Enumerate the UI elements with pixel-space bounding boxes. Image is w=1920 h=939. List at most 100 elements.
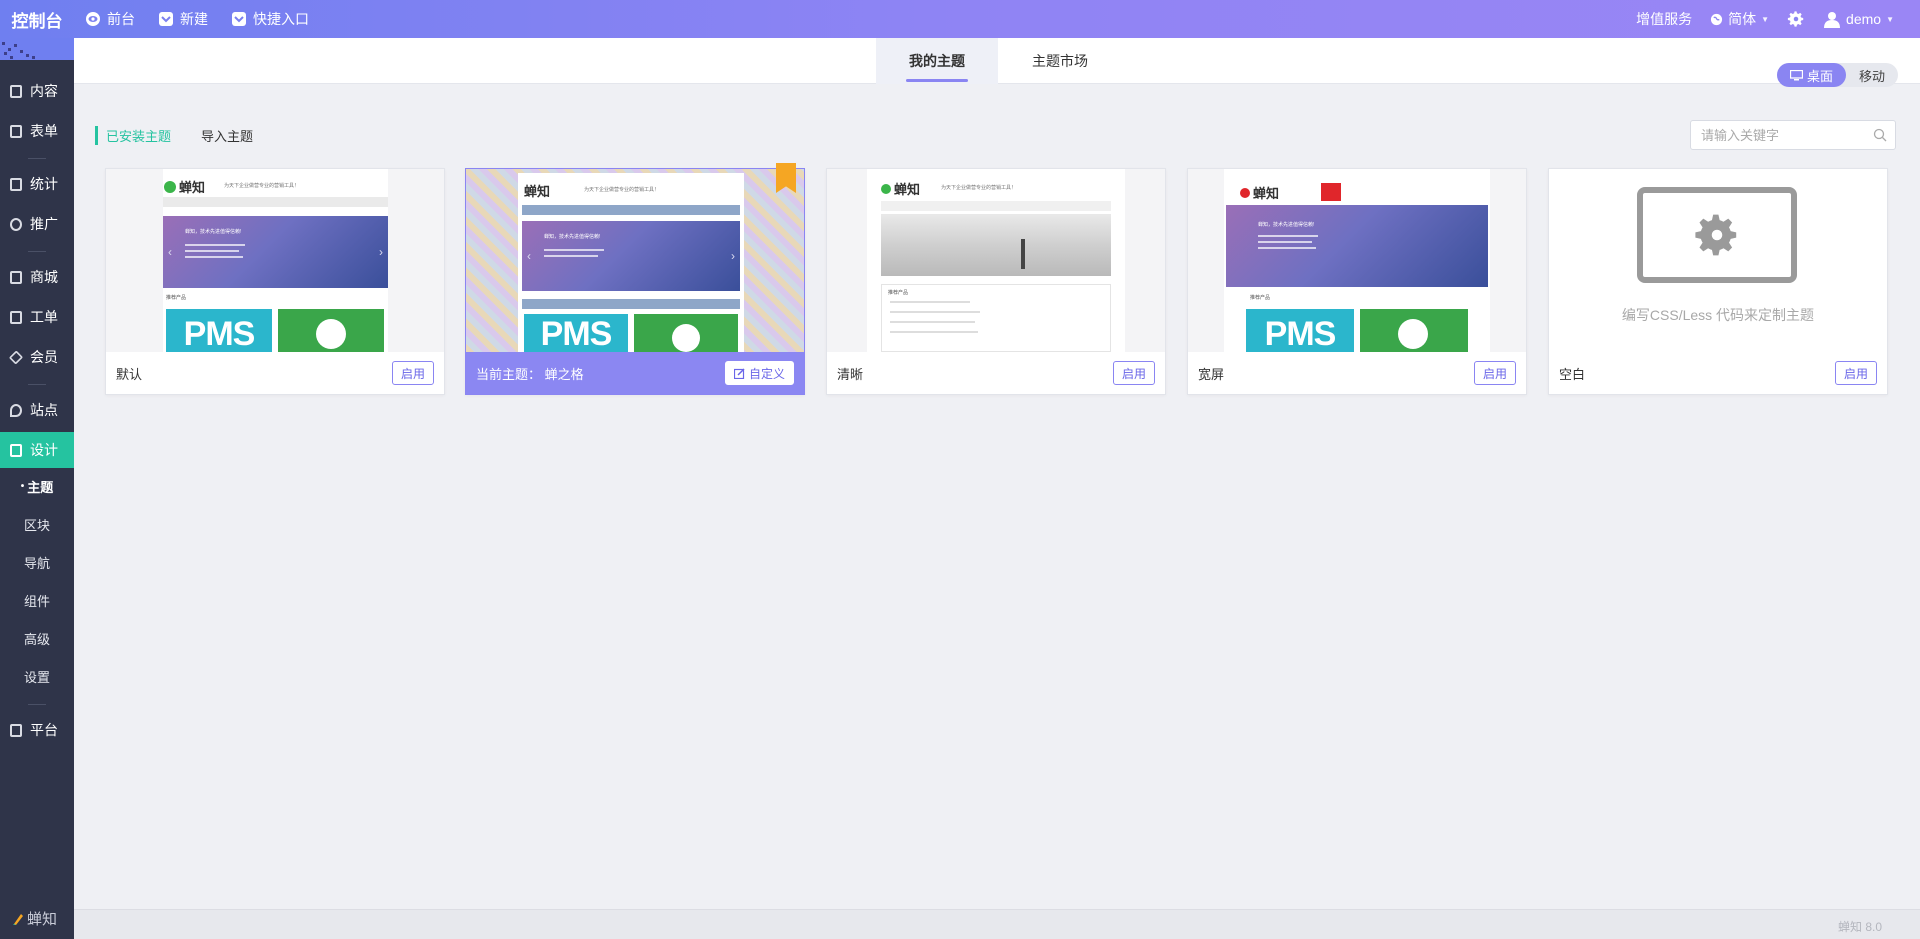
preview-logo-text: 蝉知: [894, 182, 921, 197]
caret-down-icon: ▼: [1886, 14, 1894, 24]
sidebar-item-label: 内容: [30, 83, 58, 99]
theme-card-widescreen[interactable]: 蝉知 蝉知，技术先进值得信赖! 推荐产品 PMS 宽屏 启用: [1187, 168, 1527, 395]
banner-line: [1258, 241, 1312, 243]
preview-tagline: 为天下企业做营专业的营销工具！: [224, 183, 300, 189]
search-box: [1690, 120, 1896, 150]
banner-line: [185, 256, 243, 258]
blank-preview-frame: [1637, 187, 1797, 283]
device-desktop-button[interactable]: 桌面: [1776, 63, 1846, 87]
sidebar-divider: [28, 704, 46, 705]
sidebar-item-form[interactable]: 表单: [0, 113, 74, 149]
theme-card-footer: 宽屏 启用: [1188, 352, 1526, 394]
sidebar-item-label: 商城: [30, 269, 58, 285]
preview-pms-tile: PMS: [1246, 309, 1354, 352]
gear-icon: [1695, 214, 1737, 256]
preview-pms-tile: PMS: [166, 309, 272, 352]
sidebar-item-site[interactable]: 站点: [0, 392, 74, 428]
theme-subtabs: 已安装主题 导入主题: [95, 126, 253, 145]
lang-label: 简体: [1728, 11, 1757, 27]
top-right-menu: 增值服务 简体 ▼ demo ▼: [1636, 0, 1894, 38]
theme-card-blank[interactable]: 编写CSS/Less 代码来定制主题 空白 启用: [1548, 168, 1888, 395]
tab-theme-market[interactable]: 主题市场: [998, 38, 1122, 84]
version-number: 8.0: [1865, 920, 1882, 934]
sidebar-subitem-widget[interactable]: 组件: [0, 585, 74, 615]
banner-line: [185, 244, 245, 246]
enable-button[interactable]: 启用: [1112, 361, 1155, 385]
sidebar-subitem-label: 组件: [23, 593, 50, 609]
sidebar-item-design[interactable]: 设计: [0, 432, 74, 468]
preview-logo: 蝉知: [1240, 183, 1279, 202]
settings-button[interactable]: [1787, 10, 1805, 28]
device-mobile-button[interactable]: 移动: [1846, 63, 1898, 87]
subtab-installed[interactable]: 已安装主题: [95, 126, 171, 145]
site-icon: [10, 403, 22, 417]
top-nav: 前台 新建 快捷入口: [86, 0, 309, 38]
topnav-frontend[interactable]: 前台: [86, 9, 135, 29]
figure-silhouette: [1021, 239, 1025, 269]
sidebar-item-stats[interactable]: 统计: [0, 166, 74, 202]
user-icon: [1824, 12, 1841, 28]
banner-line: [544, 255, 598, 257]
sidebar-subitem-advanced[interactable]: 高级: [0, 623, 74, 653]
theme-card-current[interactable]: 蝉知 为天下企业做营专业的营销工具！ 蝉知，技术先进值得信赖! ‹ › PMS …: [465, 163, 805, 395]
gear-icon: [1787, 11, 1804, 27]
preview-pms-text: PMS: [183, 315, 256, 352]
lang-switch[interactable]: 简体 ▼: [1710, 9, 1769, 29]
device-toggle: 桌面 移动: [1776, 63, 1898, 87]
tab-my-themes[interactable]: 我的主题: [876, 38, 998, 84]
theme-preview: 编写CSS/Less 代码来定制主题: [1549, 169, 1887, 352]
list-line: [890, 331, 978, 333]
theme-card-footer: 空白 启用: [1549, 352, 1887, 394]
sidebar-logo[interactable]: 蝉知: [12, 908, 57, 929]
sidebar-item-promote[interactable]: 推广: [0, 206, 74, 242]
customize-button[interactable]: 自定义: [724, 361, 794, 385]
sidebar-item-member[interactable]: 会员: [0, 339, 74, 375]
sidebar-item-content[interactable]: 内容: [0, 73, 74, 109]
preview-logo-text: 蝉知: [179, 180, 206, 195]
sidebar-item-shop[interactable]: 商城: [0, 259, 74, 295]
topnav-shortcut[interactable]: 快捷入口: [232, 9, 309, 29]
sidebar-subitem-settings[interactable]: 设置: [0, 661, 74, 691]
subtab-import[interactable]: 导入主题: [201, 126, 253, 145]
theme-name: 空白: [1559, 366, 1586, 382]
ticket-icon: [10, 310, 22, 324]
enable-button[interactable]: 启用: [1473, 361, 1516, 385]
brand-decoration: [0, 38, 74, 60]
theme-preview: 蝉知 为天下企业做营专业的营销工具！ 蝉知，技术先进值得信赖! ‹ › 推荐产品…: [106, 169, 444, 352]
sidebar-item-platform[interactable]: 平台: [0, 712, 74, 748]
theme-card-clear[interactable]: 蝉知 为天下企业做营专业的营销工具！ 推荐产品 清晰 启用: [826, 168, 1166, 395]
banner-line: [544, 249, 604, 251]
theme-card-default[interactable]: 蝉知 为天下企业做营专业的营销工具！ 蝉知，技术先进值得信赖! ‹ › 推荐产品…: [105, 168, 445, 395]
preview-nav: [163, 197, 388, 207]
preview-pms-text: PMS: [540, 315, 613, 352]
search-input[interactable]: [1691, 121, 1861, 149]
enable-button[interactable]: 启用: [391, 361, 434, 385]
preview-banner-text: 蝉知，技术先进值得信赖!: [185, 229, 242, 235]
vas-link[interactable]: 增值服务: [1636, 9, 1692, 29]
sidebar-subitem-label: 高级: [23, 631, 50, 647]
banner-line: [185, 250, 239, 252]
customize-label: 自定义: [748, 366, 785, 381]
preview-logo: 蝉知: [881, 179, 920, 198]
sidebar-subitem-theme[interactable]: 主题: [0, 471, 74, 501]
search-icon[interactable]: [1873, 128, 1887, 142]
preview-list: 推荐产品: [881, 284, 1111, 352]
enable-button[interactable]: 启用: [1834, 361, 1877, 385]
user-menu[interactable]: demo ▼: [1823, 10, 1894, 28]
preview-people-tile: [634, 314, 738, 352]
sidebar-item-ticket[interactable]: 工单: [0, 299, 74, 335]
device-desktop-label: 桌面: [1806, 68, 1833, 84]
preview-banner-text: 蝉知，技术先进值得信赖!: [1258, 222, 1315, 228]
theme-name: 当前主题： 蝉之格: [476, 366, 584, 382]
sidebar-subitem-nav[interactable]: 导航: [0, 547, 74, 577]
sidebar-item-label: 表单: [30, 123, 58, 139]
topnav-new[interactable]: 新建: [159, 9, 208, 29]
brand-title[interactable]: 控制台: [0, 0, 74, 38]
sidebar-subitem-block[interactable]: 区块: [0, 509, 74, 539]
sidebar-item-label: 会员: [30, 349, 58, 365]
tab-label: 我的主题: [909, 53, 965, 69]
sidebar-item-label: 设计: [30, 442, 58, 458]
sidebar-subitem-label: 主题: [27, 479, 54, 495]
people-icon: [316, 319, 346, 349]
logo-dot: [164, 180, 176, 193]
